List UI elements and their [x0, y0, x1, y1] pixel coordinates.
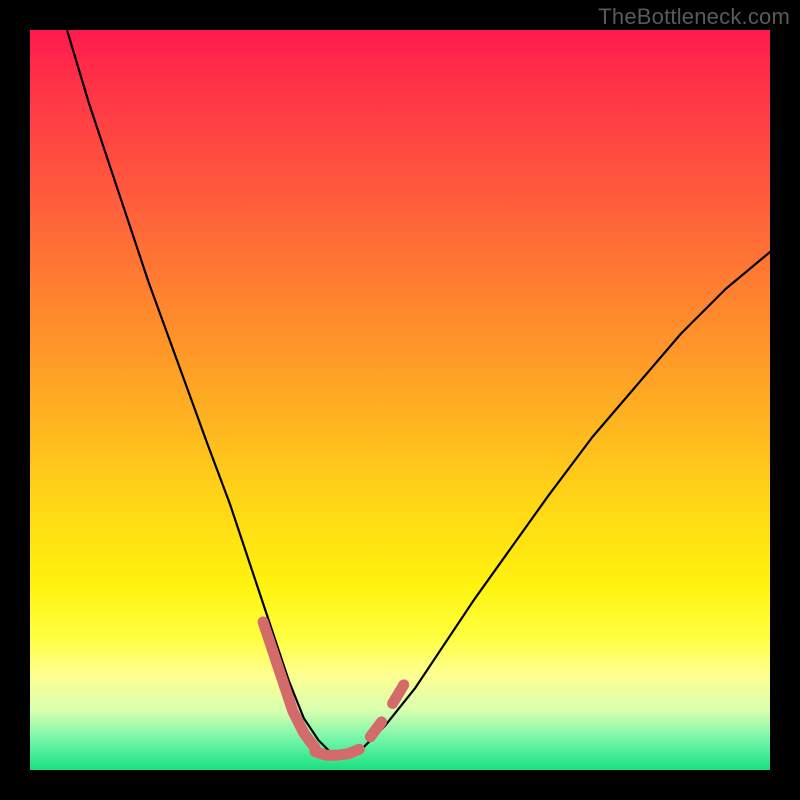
series-trough-marker-right-b — [393, 685, 404, 704]
series-trough-marker-left — [263, 622, 315, 748]
series-group — [67, 30, 770, 755]
series-trough-marker-right-a — [370, 722, 381, 737]
series-trough-marker-bottom — [315, 749, 359, 755]
watermark-text: TheBottleneck.com — [598, 4, 790, 30]
series-bottleneck-curve — [67, 30, 770, 755]
plot-area — [30, 30, 770, 770]
chart-frame: TheBottleneck.com — [0, 0, 800, 800]
chart-svg — [30, 30, 770, 770]
